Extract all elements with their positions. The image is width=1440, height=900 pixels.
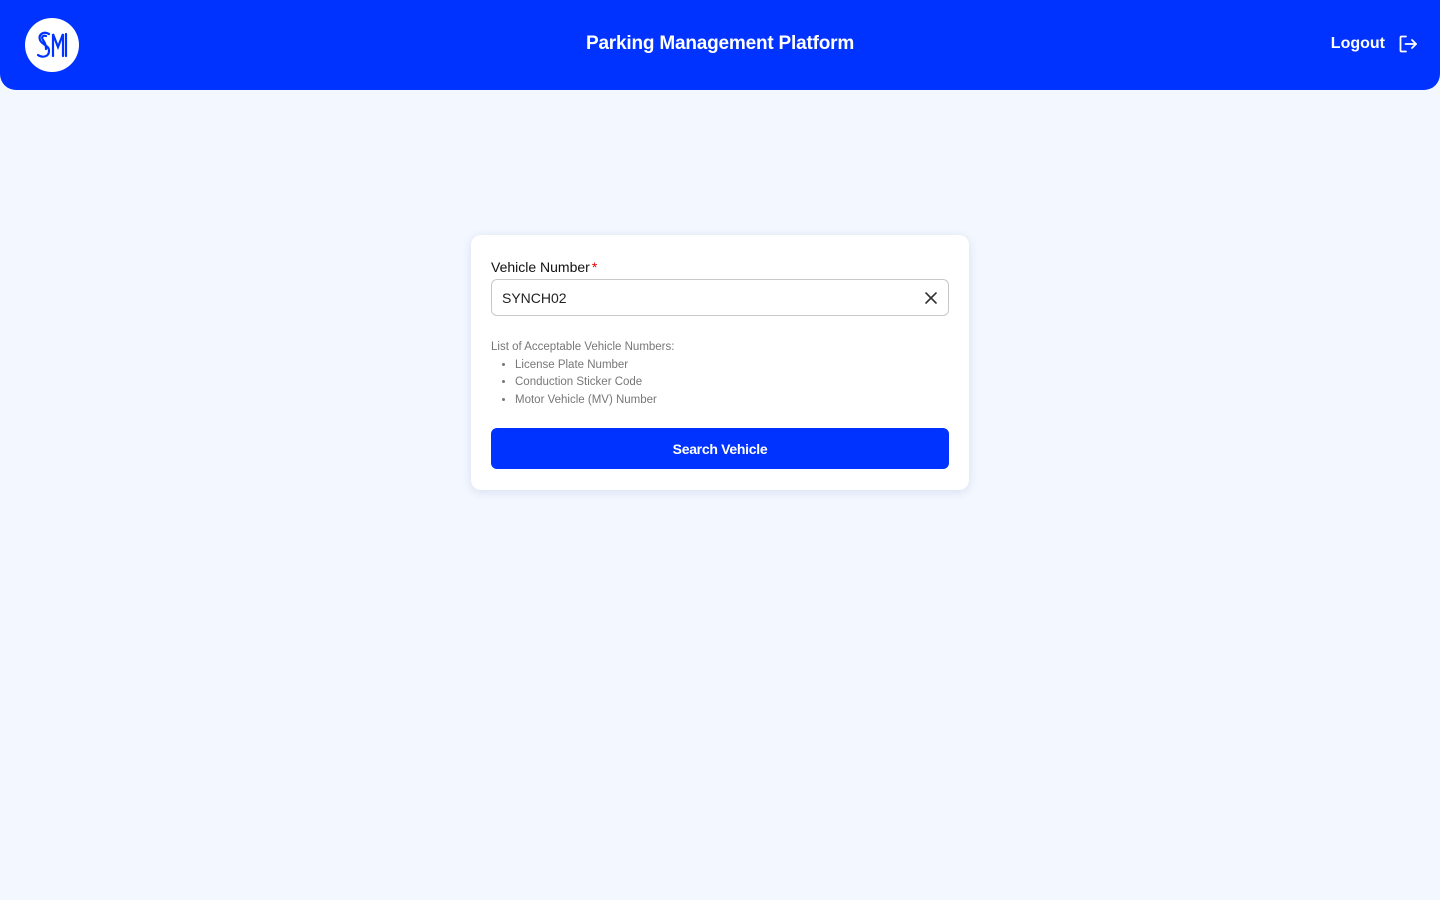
hint-item-conduction-sticker: Conduction Sticker Code (515, 374, 674, 392)
app-title: Parking Management Platform (585, 33, 855, 54)
logout-icon (1399, 35, 1417, 53)
app-header: Parking Management Platform Logout (0, 0, 1440, 90)
acceptable-numbers-hint: List of Acceptable Vehicle Numbers: Lice… (491, 339, 674, 409)
vehicle-number-input[interactable] (502, 289, 924, 306)
vehicle-search-card: Vehicle Number* List of Acceptable Vehic… (471, 235, 969, 490)
vehicle-number-label-text: Vehicle Number (491, 259, 590, 275)
logout-label: Logout (1330, 35, 1385, 52)
vehicle-number-field (491, 279, 949, 316)
close-icon[interactable] (924, 291, 938, 305)
search-vehicle-button[interactable]: Search Vehicle (491, 428, 949, 469)
hint-list: License Plate Number Conduction Sticker … (491, 357, 674, 410)
logout-button[interactable]: Logout (1331, 34, 1418, 54)
hint-title: List of Acceptable Vehicle Numbers: (491, 341, 675, 353)
hint-item-license-plate: License Plate Number (515, 357, 674, 375)
required-marker: * (591, 259, 598, 275)
vehicle-number-label: Vehicle Number * (491, 259, 597, 275)
hint-item-mv-number: Motor Vehicle (MV) Number (515, 392, 674, 410)
